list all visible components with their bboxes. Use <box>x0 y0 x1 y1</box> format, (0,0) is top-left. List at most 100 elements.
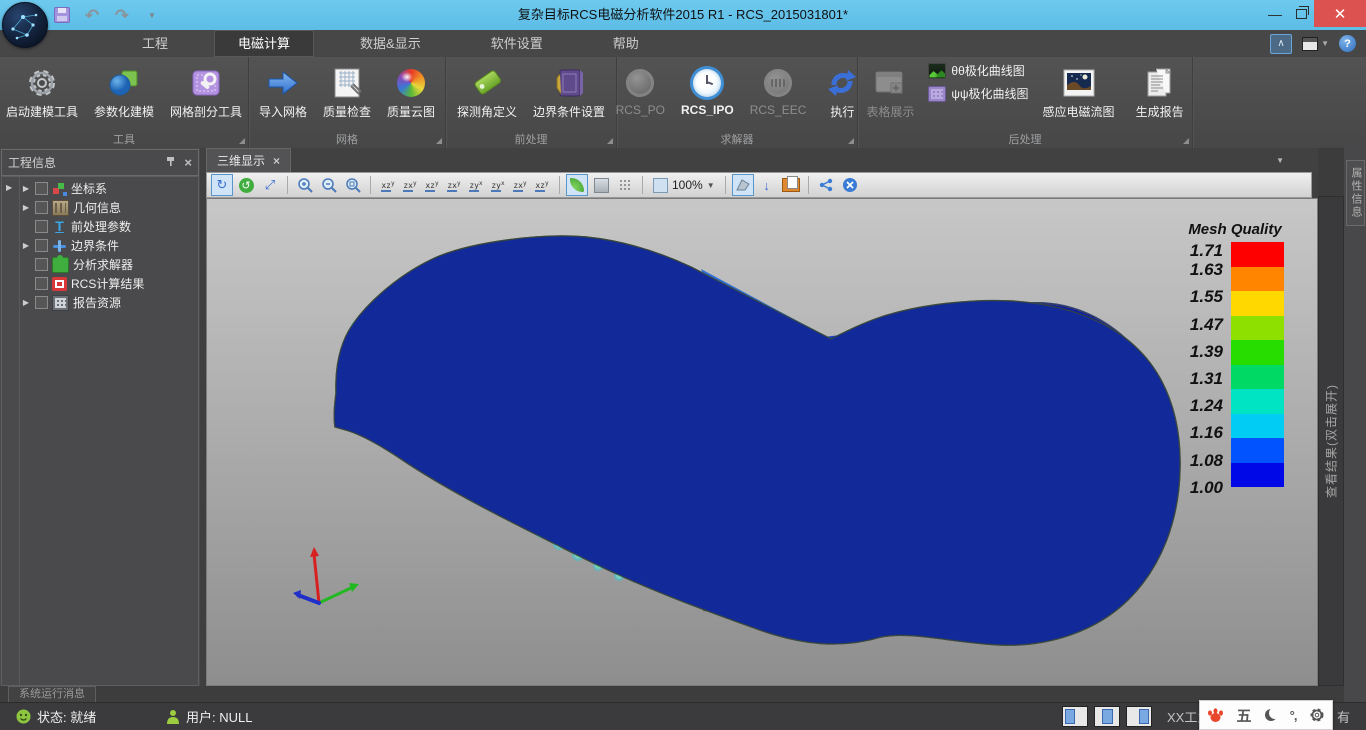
view-orientation-button-2[interactable]: zxy <box>399 175 421 195</box>
expand-arrow-icon[interactable]: ▶ <box>21 241 31 250</box>
ime-punctuation-icon[interactable]: °, <box>1290 708 1297 723</box>
quality-cloud-map-button[interactable]: 质量云图 <box>379 62 443 120</box>
pin-icon[interactable] <box>165 156 176 170</box>
tab-list-dropdown[interactable]: ▼ <box>1276 156 1318 165</box>
rcs-eec-button[interactable]: RCS_EEC <box>742 62 815 117</box>
tab-em-computation[interactable]: 电磁计算 <box>214 30 314 57</box>
zoom-in-button[interactable] <box>294 174 316 196</box>
checkbox[interactable] <box>35 258 48 271</box>
legend-band <box>1231 291 1284 316</box>
tab-project[interactable]: 工程 <box>118 30 192 57</box>
group-launcher-icon[interactable] <box>436 138 442 144</box>
notebook-icon <box>553 64 585 102</box>
tree-item-preprocess-params[interactable]: T 前处理参数 <box>19 217 198 236</box>
checkbox[interactable] <box>35 220 48 233</box>
ime-mode-label[interactable]: 五 <box>1237 705 1252 726</box>
tree-item-rcs-results[interactable]: RCS计算结果 <box>19 274 198 293</box>
app-logo[interactable] <box>2 2 48 48</box>
tree-item-report-resources[interactable]: ▶ 报告资源 <box>19 293 198 312</box>
pan-zoom-button[interactable]: ⤢ <box>259 174 281 196</box>
results-collapsed-bar[interactable]: 查看结果(双击展开) <box>1318 196 1344 686</box>
parametric-modeling-button[interactable]: 参数化建模 <box>86 62 162 120</box>
tab-data-display[interactable]: 数据&显示 <box>336 30 445 57</box>
tab-help[interactable]: 帮助 <box>589 30 663 57</box>
collapse-ribbon-button[interactable]: ∧ <box>1270 34 1292 54</box>
table-display-button[interactable]: 表格展示 <box>858 62 922 120</box>
checkbox[interactable] <box>35 296 48 309</box>
system-message-tab[interactable]: 系统运行消息 <box>8 686 96 702</box>
checkbox[interactable] <box>35 182 48 195</box>
share-button[interactable] <box>815 174 837 196</box>
import-mesh-button[interactable]: 导入网格 <box>251 62 315 120</box>
group-launcher-icon[interactable] <box>848 138 854 144</box>
qat-dropdown[interactable]: ▼ <box>142 5 162 25</box>
induced-current-map-button[interactable]: 感应电磁流图 <box>1035 62 1123 120</box>
tab-software-settings[interactable]: 软件设置 <box>467 30 567 57</box>
mesh-partition-tool-button[interactable]: 网格剖分工具 <box>162 62 250 120</box>
ime-gear-icon[interactable] <box>1309 707 1325 723</box>
view-orientation-button-7[interactable]: zxy <box>509 175 531 195</box>
group-launcher-icon[interactable] <box>1183 138 1189 144</box>
spin-view-button[interactable]: ↺ <box>235 174 257 196</box>
close-icon[interactable]: × <box>184 155 192 170</box>
launch-modeling-tool-button[interactable]: 启动建模工具 <box>0 62 86 120</box>
view-orientation-button-5[interactable]: zyx <box>465 175 487 195</box>
rcs-po-button[interactable]: RCS_PO <box>608 62 673 117</box>
legend-band <box>1231 340 1284 365</box>
zoom-out-button[interactable] <box>318 174 340 196</box>
undo-button[interactable]: ↶ <box>82 5 102 25</box>
ribbon-right-controls: ∧ ▼ ? <box>1270 30 1366 57</box>
checkbox[interactable] <box>35 239 48 252</box>
tab-3d-display[interactable]: 三维显示 × <box>206 148 291 172</box>
close-view-button[interactable] <box>839 174 861 196</box>
tree-item-analysis-solver[interactable]: 分析求解器 <box>19 255 198 274</box>
layout-left-button[interactable] <box>1062 706 1088 727</box>
tree-item-boundary-condition[interactable]: ▶ 边界条件 <box>19 236 198 255</box>
generate-report-button[interactable]: 生成报告 <box>1128 62 1192 120</box>
zoom-level-select[interactable]: 100% ▼ <box>649 178 719 193</box>
checkbox[interactable] <box>35 201 48 214</box>
tree-item-coordinate-system[interactable]: ▶ 坐标系 <box>19 179 198 198</box>
3d-canvas[interactable]: Mesh Quality 1.711.631.551.471.391.311.2… <box>206 198 1318 686</box>
style-button[interactable]: ▼ <box>1302 37 1329 51</box>
view-orientation-button-1[interactable]: xzy <box>377 175 399 195</box>
quality-check-button[interactable]: 质量检查 <box>315 62 379 120</box>
group-launcher-icon[interactable] <box>239 138 245 144</box>
ime-toolbar[interactable]: 五 °, <box>1199 700 1333 730</box>
layout-right-button[interactable] <box>1126 706 1152 727</box>
rcs-ipo-button[interactable]: RCS_IPO <box>673 62 742 117</box>
capture-button[interactable] <box>780 174 802 196</box>
expand-arrow-icon[interactable]: ▶ <box>6 183 12 192</box>
save-button[interactable] <box>52 5 72 25</box>
view-orientation-button-8[interactable]: xzy <box>531 175 553 195</box>
property-info-tab[interactable]: 属性信息 <box>1346 160 1365 226</box>
boundary-condition-button[interactable]: 边界条件设置 <box>525 62 613 120</box>
tree-item-geometry-info[interactable]: ▶ 几何信息 <box>19 198 198 217</box>
points-mode-button[interactable] <box>614 174 636 196</box>
group-launcher-icon[interactable] <box>607 138 613 144</box>
probe-angle-button[interactable]: 探测角定义 <box>449 62 525 120</box>
shaded-mode-button[interactable] <box>566 174 588 196</box>
zoom-fit-button[interactable] <box>342 174 364 196</box>
close-icon[interactable]: × <box>273 154 280 168</box>
theta-polarization-curve-button[interactable]: θθ极化曲线图 <box>928 62 1028 79</box>
expand-arrow-icon[interactable]: ▶ <box>21 298 31 307</box>
view-orientation-button-4[interactable]: zxy <box>443 175 465 195</box>
psi-polarization-curve-button[interactable]: ψψ极化曲线图 <box>928 85 1028 102</box>
down-arrow-button[interactable]: ↓ <box>756 174 778 196</box>
solid-mode-button[interactable] <box>590 174 612 196</box>
view-orientation-button-3[interactable]: xzy <box>421 175 443 195</box>
help-button[interactable]: ? <box>1339 35 1356 52</box>
layout-center-button[interactable] <box>1094 706 1120 727</box>
redo-button[interactable]: ↷ <box>112 5 132 25</box>
minimize-button[interactable]: — <box>1262 0 1288 27</box>
ime-moon-icon[interactable] <box>1265 709 1277 721</box>
expand-arrow-icon[interactable]: ▶ <box>21 184 31 193</box>
restore-button[interactable] <box>1288 0 1314 27</box>
view-reset-button[interactable] <box>732 174 754 196</box>
close-button[interactable]: ✕ <box>1314 0 1366 27</box>
view-orientation-button-6[interactable]: zyx <box>487 175 509 195</box>
checkbox[interactable] <box>35 277 48 290</box>
rotate-view-button[interactable]: ↻ <box>211 174 233 196</box>
expand-arrow-icon[interactable]: ▶ <box>21 203 31 212</box>
